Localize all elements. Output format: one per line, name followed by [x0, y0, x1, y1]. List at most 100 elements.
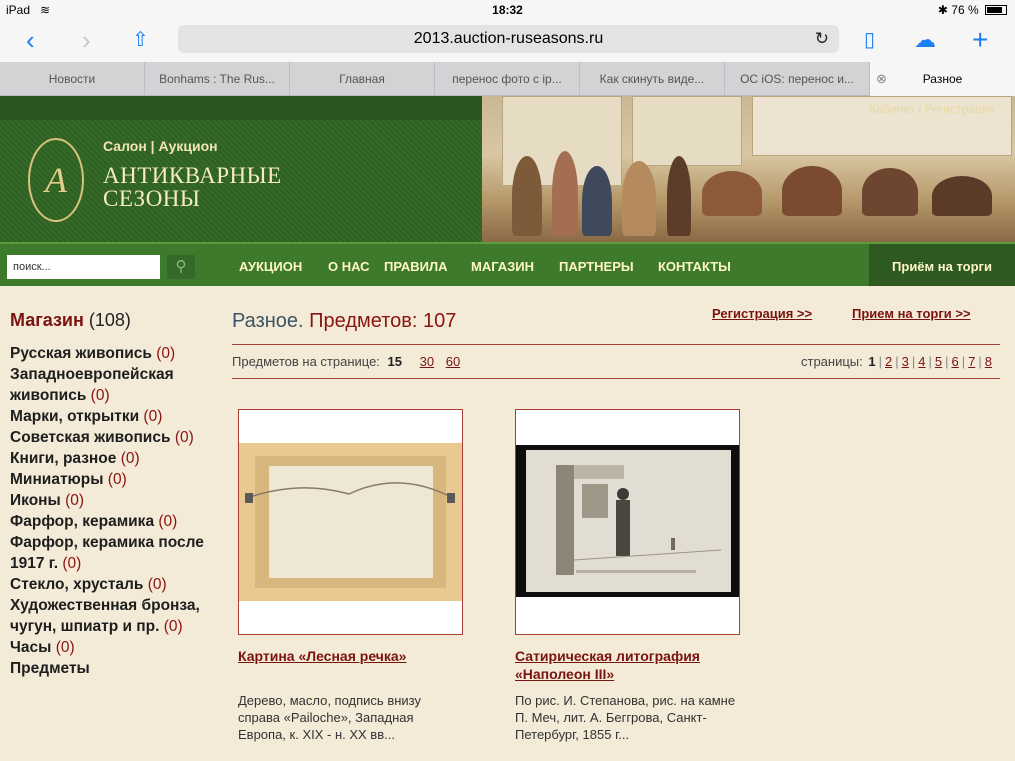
- category-item[interactable]: Художественная бронза, чугун, шпиатр и п…: [10, 595, 215, 637]
- reload-icon[interactable]: ↻: [815, 25, 829, 53]
- per-page-option[interactable]: 60: [446, 354, 460, 369]
- menu-item-shop[interactable]: МАГАЗИН: [471, 259, 534, 274]
- page-link[interactable]: 7: [968, 354, 975, 369]
- brand-title-line2: СЕЗОНЫ: [103, 186, 201, 211]
- page-link[interactable]: 3: [902, 354, 909, 369]
- category-count: (0): [143, 408, 163, 425]
- cabinet-link[interactable]: Кабинет / Регистрация: [869, 102, 995, 116]
- search-form: поиск... ⚲: [7, 255, 195, 279]
- bookmarks-icon[interactable]: ▯: [864, 26, 875, 54]
- page-title: Разное. Предметов: 107: [232, 310, 456, 333]
- url-text: 2013.auction-ruseasons.ru: [413, 30, 604, 47]
- category-item[interactable]: Марки, открытки (0): [10, 406, 215, 427]
- sidebar-title[interactable]: Магазин (108): [10, 310, 215, 331]
- sidebar-title-count: (108): [88, 310, 131, 330]
- tab[interactable]: ОС iOS: перенос и...: [725, 62, 870, 96]
- category-count: (0): [90, 387, 110, 404]
- tab[interactable]: Как скинуть виде...: [580, 62, 725, 96]
- category-item[interactable]: Книги, разное (0): [10, 448, 215, 469]
- items-count: Предметов: 107: [309, 310, 457, 332]
- address-bar[interactable]: 2013.auction-ruseasons.ru ↻: [178, 25, 839, 53]
- tab[interactable]: Главная: [290, 62, 435, 96]
- category-count: (0): [147, 576, 167, 593]
- category-item[interactable]: Фарфор, керамика (0): [10, 511, 215, 532]
- bluetooth-icon: ✱: [937, 3, 948, 17]
- category-item[interactable]: Советская живопись (0): [10, 427, 215, 448]
- menu-item-auction[interactable]: АУКЦИОН: [239, 259, 302, 274]
- lithograph-image: [516, 445, 739, 597]
- page-link[interactable]: 4: [918, 354, 925, 369]
- current-page: 1: [868, 354, 876, 369]
- category-name: Марки, открытки: [10, 408, 140, 425]
- category-count: (0): [107, 471, 127, 488]
- tab[interactable]: перенос фото с ip...: [435, 62, 580, 96]
- accept-for-auction-button[interactable]: Приём на торги: [869, 244, 1015, 286]
- category-name: Миниатюры: [10, 471, 104, 488]
- category-name: Иконы: [10, 492, 61, 509]
- tab-active[interactable]: ⊗ Разное: [870, 62, 1015, 96]
- forward-icon[interactable]: ›: [82, 26, 91, 54]
- category-name: Книги, разное: [10, 450, 117, 467]
- divider: [232, 344, 1000, 345]
- register-link[interactable]: Регистрация >>: [712, 306, 812, 321]
- category-item[interactable]: Миниатюры (0): [10, 469, 215, 490]
- brand-title[interactable]: АНТИКВАРНЫЕ СЕЗОНЫ: [103, 164, 282, 210]
- tab[interactable]: Новости: [0, 62, 145, 96]
- brand-title-line1: АНТИКВАРНЫЕ: [103, 163, 282, 188]
- menu-item-rules[interactable]: ПРАВИЛА: [384, 259, 448, 274]
- brand-subtitle: Салон | Аукцион: [103, 138, 218, 154]
- category-item[interactable]: Стекло, хрусталь (0): [10, 574, 215, 595]
- per-page-selector: Предметов на странице: 15 30 60: [232, 354, 460, 369]
- category-item[interactable]: Русская живопись (0): [10, 343, 215, 364]
- page-link[interactable]: 6: [952, 354, 959, 369]
- category-item[interactable]: Иконы (0): [10, 490, 215, 511]
- product-title-link[interactable]: Картина «Лесная речка»: [238, 647, 478, 665]
- category-count: (0): [65, 492, 85, 509]
- per-page-option[interactable]: 30: [420, 354, 434, 369]
- cloud-tabs-icon[interactable]: ☁: [914, 26, 936, 54]
- menu-item-about[interactable]: О НАС: [328, 259, 370, 274]
- page-link[interactable]: 8: [985, 354, 992, 369]
- category-name: Фарфор, керамика после 1917 г.: [10, 534, 204, 572]
- close-tab-icon[interactable]: ⊗: [876, 62, 887, 96]
- page-title-text: Разное.: [232, 310, 304, 332]
- category-name: Фарфор, керамика: [10, 513, 155, 530]
- category-name: Стекло, хрусталь: [10, 576, 144, 593]
- tab[interactable]: Bonhams : The Rus...: [145, 62, 290, 96]
- category-item[interactable]: Западноевропейская живопись (0): [10, 364, 215, 406]
- product-image[interactable]: [238, 409, 463, 635]
- per-page-current: 15: [387, 354, 403, 369]
- main-menu: поиск... ⚲ АУКЦИОН О НАС ПРАВИЛА МАГАЗИН…: [0, 242, 1015, 286]
- search-icon[interactable]: ⚲: [167, 255, 195, 279]
- category-name: Русская живопись: [10, 345, 152, 362]
- category-count: (0): [55, 639, 75, 656]
- menu-item-partners[interactable]: ПАРТНЕРЫ: [559, 259, 634, 274]
- category-item[interactable]: Предметы: [10, 658, 215, 679]
- new-tab-icon[interactable]: +: [972, 26, 988, 54]
- product-image[interactable]: [515, 409, 740, 635]
- battery-indicator: ✱ 76 %: [938, 3, 1007, 17]
- clock: 18:32: [492, 3, 523, 17]
- category-item[interactable]: Часы (0): [10, 637, 215, 658]
- category-list: Русская живопись (0) Западноевропейская ж…: [10, 343, 215, 679]
- sidebar-title-text: Магазин: [10, 310, 84, 330]
- pages-label: страницы:: [801, 354, 863, 369]
- category-count: (0): [62, 555, 82, 572]
- product-title-link[interactable]: Сатирическая литография «Наполеон III»: [515, 647, 755, 683]
- site-logo[interactable]: А: [28, 138, 84, 222]
- back-icon[interactable]: ‹: [26, 26, 35, 54]
- page-link[interactable]: 5: [935, 354, 942, 369]
- category-name: Советская живопись: [10, 429, 171, 446]
- product-description: По рис. И. Степанова, рис. на камне П. М…: [515, 693, 736, 742]
- category-count: (0): [158, 513, 178, 530]
- menu-item-contacts[interactable]: КОНТАКТЫ: [658, 259, 731, 274]
- accept-link[interactable]: Прием на торги >>: [852, 306, 971, 321]
- share-icon[interactable]: ⇧: [132, 26, 149, 54]
- tab-bar: Новости Bonhams : The Rus... Главная пер…: [0, 62, 1015, 96]
- category-item[interactable]: Фарфор, керамика после 1917 г. (0): [10, 532, 215, 574]
- search-input[interactable]: поиск...: [7, 255, 160, 279]
- category-count: (0): [163, 618, 183, 635]
- page-link[interactable]: 2: [885, 354, 892, 369]
- pagination: страницы: 1 | 2 | 3 | 4 | 5 | 6 | 7 | 8: [801, 354, 992, 369]
- category-count: (0): [156, 345, 176, 362]
